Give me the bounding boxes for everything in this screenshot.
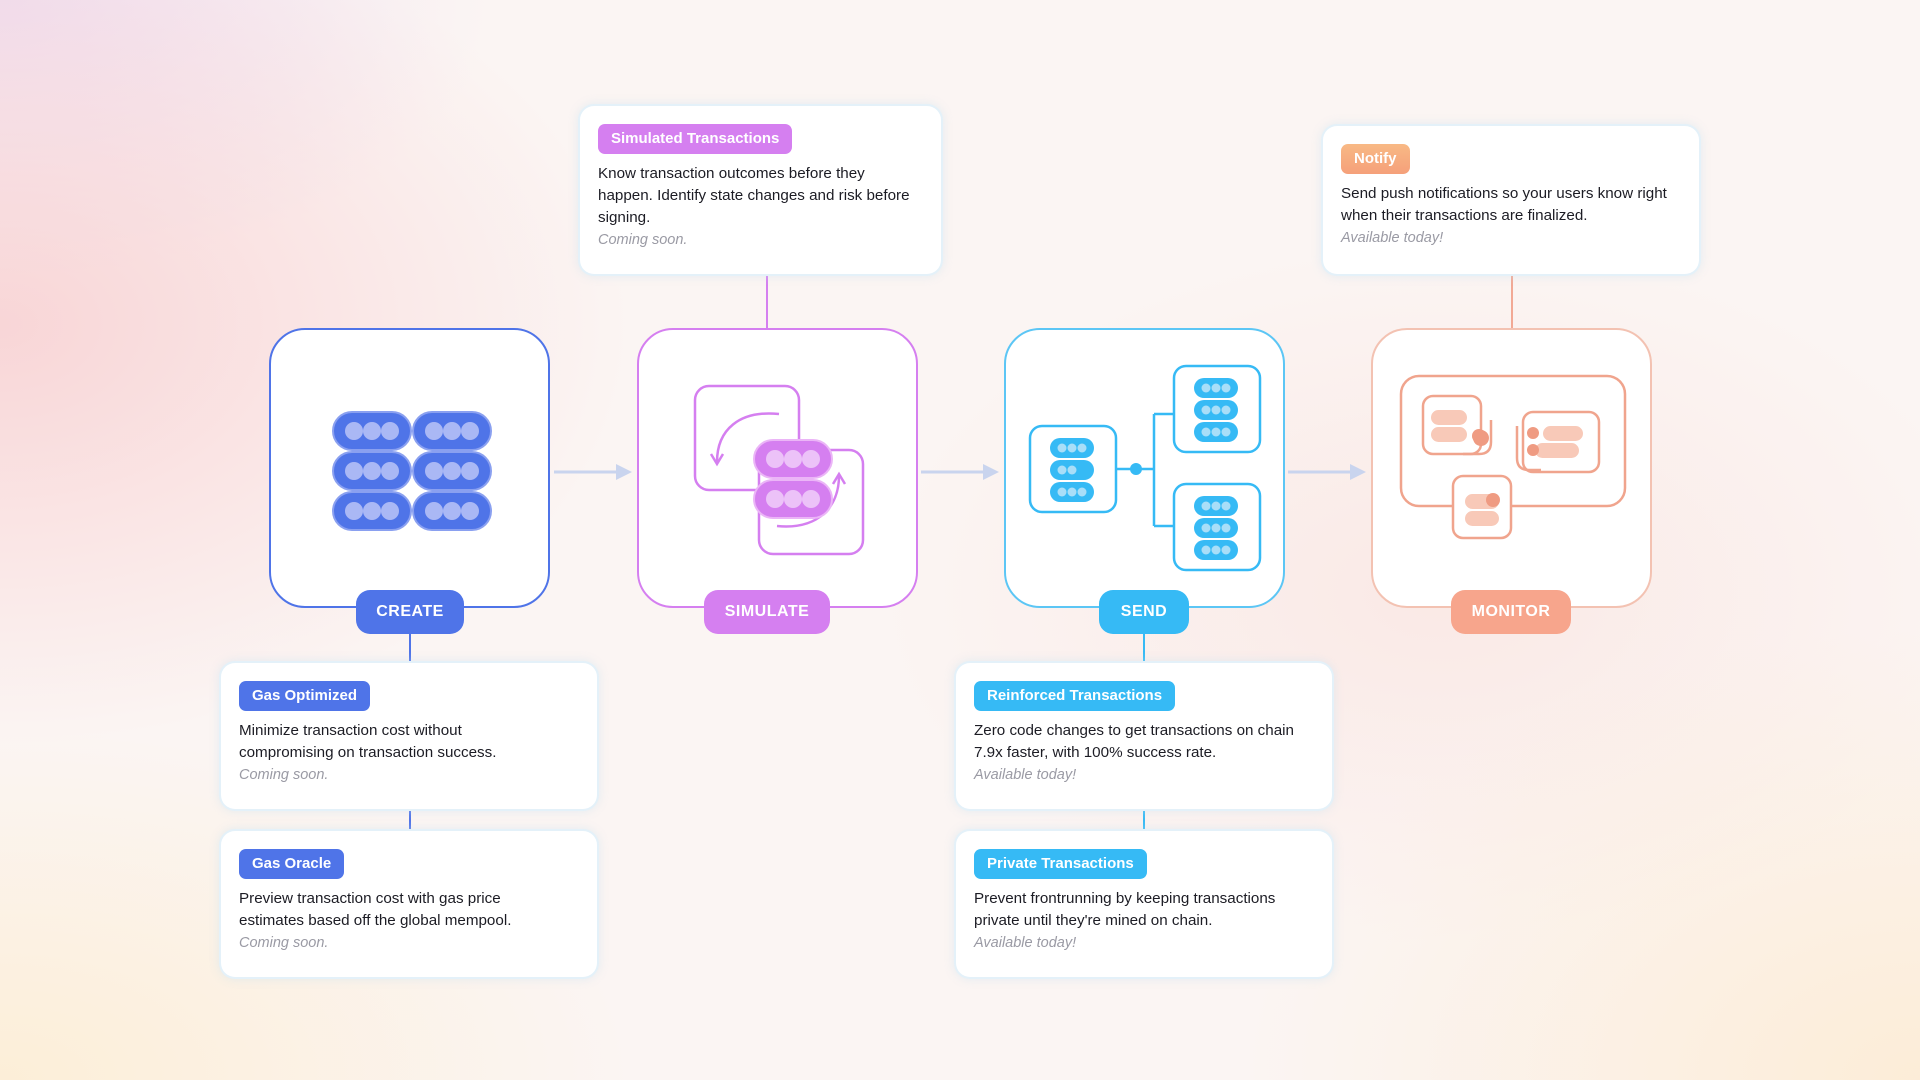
connector-create-card — [409, 634, 411, 661]
feature-badge: Reinforced Transactions — [974, 681, 1176, 711]
stage-send[interactable] — [1004, 328, 1285, 608]
feature-description: Know transaction outcomes before they ha… — [598, 165, 910, 226]
feature-status: Coming soon. — [239, 935, 329, 951]
feature-card-simulated-transactions: Simulated Transactions Know transaction … — [578, 104, 943, 276]
connector-send-card — [1143, 634, 1145, 661]
feature-card-gas-optimized: Gas Optimized Minimize transaction cost … — [219, 661, 599, 811]
grid-of-records-icon — [332, 411, 492, 531]
feature-badge: Notify — [1341, 144, 1410, 174]
feature-description: Prevent frontrunning by keeping transact… — [974, 890, 1276, 929]
broadcast-branch-icon — [1028, 364, 1262, 572]
feature-description: Send push notifications so your users kn… — [1341, 185, 1667, 224]
feature-status: Available today! — [1341, 230, 1444, 246]
feature-description: Preview transaction cost with gas price … — [239, 890, 512, 929]
connector-send-cards — [1143, 811, 1145, 829]
feature-status: Available today! — [974, 767, 1077, 783]
connector-simulated-card — [766, 276, 768, 328]
feature-status: Coming soon. — [239, 767, 329, 783]
stage-simulate[interactable] — [637, 328, 918, 608]
stage-monitor[interactable] — [1371, 328, 1652, 608]
stage-label-create[interactable]: CREATE — [356, 590, 464, 634]
connector-gas-cards — [409, 811, 411, 829]
arrow-simulate-to-send — [921, 464, 999, 480]
feature-status: Coming soon. — [598, 232, 688, 248]
feature-description: Zero code changes to get transactions on… — [974, 722, 1294, 761]
feature-badge: Gas Optimized — [239, 681, 371, 711]
feature-description: Minimize transaction cost without compro… — [239, 722, 497, 761]
feature-status: Available today! — [974, 935, 1077, 951]
stage-label-send[interactable]: SEND — [1099, 590, 1189, 634]
feature-badge: Private Transactions — [974, 849, 1147, 879]
stage-create[interactable] — [269, 328, 550, 608]
feature-card-private-transactions: Private Transactions Prevent frontrunnin… — [954, 829, 1334, 979]
feature-card-notify: Notify Send push notifications so your u… — [1321, 124, 1701, 276]
stage-label-simulate[interactable]: SIMULATE — [704, 590, 830, 634]
arrow-send-to-monitor — [1288, 464, 1366, 480]
connector-notify-card — [1511, 276, 1513, 328]
feature-card-gas-oracle: Gas Oracle Preview transaction cost with… — [219, 829, 599, 979]
feature-badge: Simulated Transactions — [598, 124, 793, 154]
simulation-cycle-icon — [693, 384, 865, 556]
feature-badge: Gas Oracle — [239, 849, 345, 879]
monitoring-windows-icon — [1399, 374, 1627, 540]
stage-label-monitor[interactable]: MONITOR — [1451, 590, 1571, 634]
arrow-create-to-simulate — [554, 464, 632, 480]
feature-card-reinforced-transactions: Reinforced Transactions Zero code change… — [954, 661, 1334, 811]
